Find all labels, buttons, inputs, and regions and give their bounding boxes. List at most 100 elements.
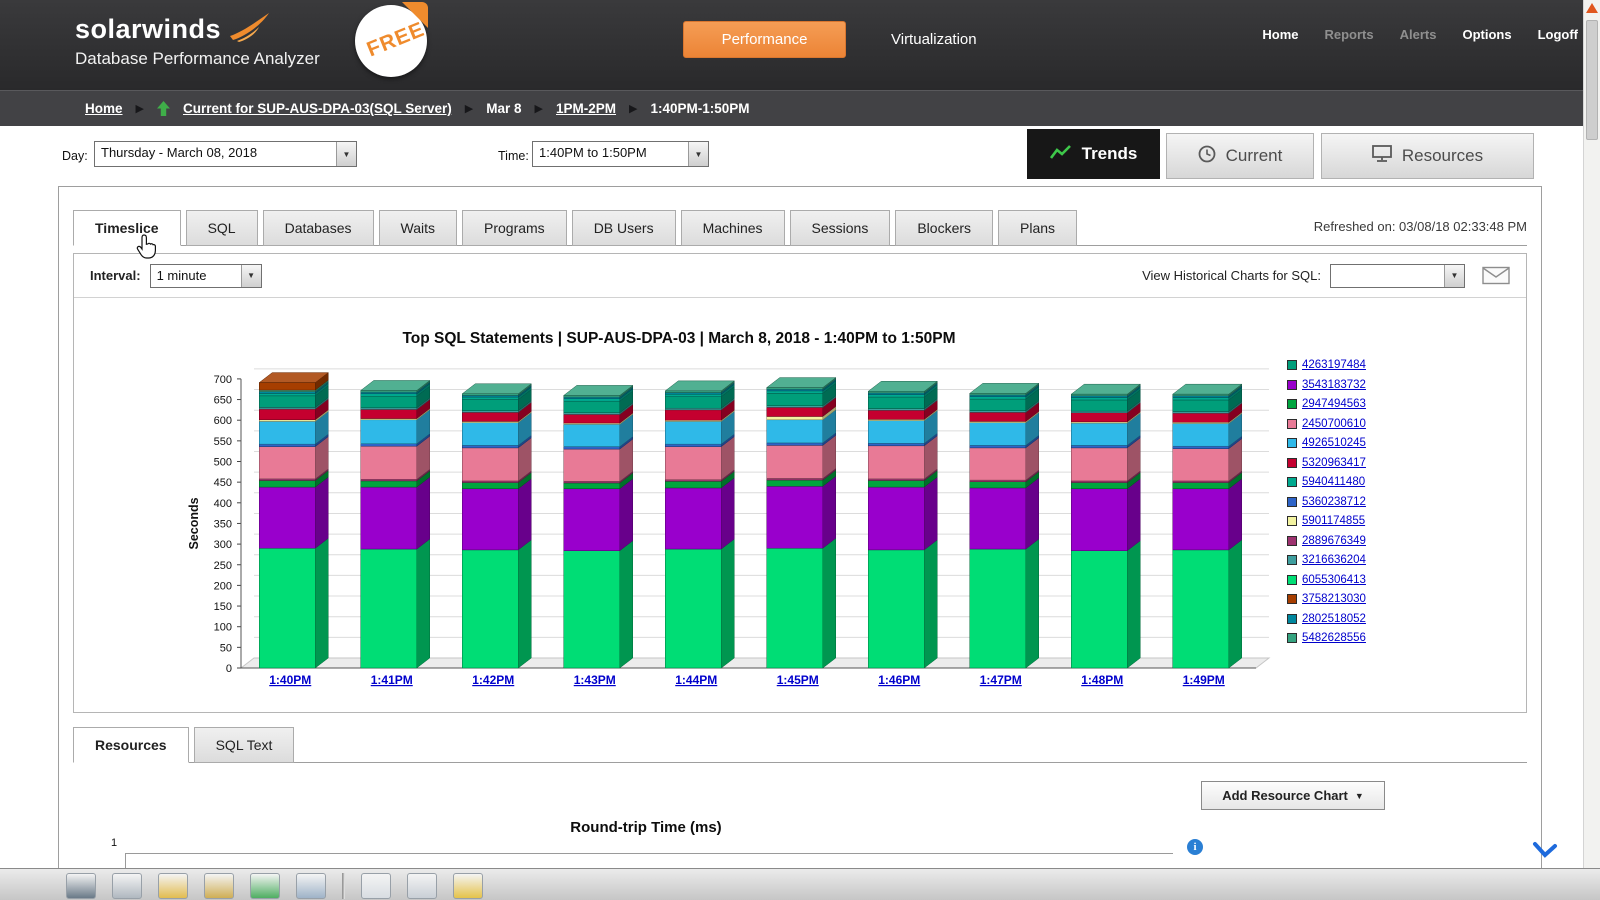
tab-sessions[interactable]: Sessions — [790, 210, 891, 246]
bar-segment[interactable] — [665, 549, 721, 668]
legend-item[interactable]: 4926510245 — [1287, 436, 1366, 451]
bar-segment[interactable] — [259, 444, 315, 446]
bar-segment[interactable] — [1173, 413, 1229, 422]
current-view-button[interactable]: Current — [1166, 133, 1314, 179]
bar-segment[interactable] — [259, 487, 315, 548]
bar-segment[interactable] — [1173, 483, 1229, 489]
tab-sql[interactable]: SQL — [186, 210, 258, 246]
bar-segment[interactable] — [767, 443, 823, 445]
tab-db-users[interactable]: DB Users — [572, 210, 676, 246]
bar-segment[interactable] — [1071, 423, 1127, 445]
bar-segment[interactable] — [665, 421, 721, 444]
x-axis-time-link[interactable]: 1:46PM — [878, 673, 920, 687]
bar-segment[interactable] — [462, 448, 518, 481]
taskbar-app-icon[interactable] — [158, 873, 188, 899]
bar-segment[interactable] — [1173, 400, 1229, 412]
bar-segment[interactable] — [462, 550, 518, 668]
legend-item[interactable]: 5360238712 — [1287, 495, 1366, 510]
bar-segment[interactable] — [665, 447, 721, 480]
bar-segment[interactable] — [564, 395, 620, 397]
bar-segment[interactable] — [970, 445, 1026, 447]
bar-segment[interactable] — [767, 420, 823, 443]
bar-segment[interactable] — [1071, 413, 1127, 422]
legend-sql-link[interactable]: 6055306413 — [1302, 574, 1366, 586]
bar-segment[interactable] — [767, 480, 823, 486]
bar-segment[interactable] — [1173, 394, 1229, 396]
bottom-tab-sql-text[interactable]: SQL Text — [194, 727, 295, 763]
bar-segment[interactable] — [868, 550, 924, 668]
x-axis-time-link[interactable]: 1:44PM — [675, 673, 717, 687]
breadcrumb-item[interactable]: Home — [85, 101, 123, 116]
tab-databases[interactable]: Databases — [263, 210, 374, 246]
interval-select[interactable]: 1 minute ▼ — [150, 264, 262, 288]
bar-segment[interactable] — [1071, 445, 1127, 447]
bar-segment[interactable] — [462, 489, 518, 550]
scroll-up-arrow-icon[interactable] — [1586, 3, 1598, 13]
legend-sql-link[interactable]: 3543183732 — [1302, 379, 1366, 391]
bar-segment[interactable] — [970, 423, 1026, 446]
bar-segment[interactable] — [462, 445, 518, 447]
bar-segment[interactable] — [1173, 424, 1229, 447]
bar-segment[interactable] — [462, 423, 518, 446]
x-axis-time-link[interactable]: 1:45PM — [777, 673, 819, 687]
email-icon[interactable] — [1482, 266, 1510, 285]
resources-view-button[interactable]: Resources — [1321, 133, 1534, 179]
bar-segment[interactable] — [361, 420, 417, 444]
taskbar-app-icon[interactable] — [66, 873, 96, 899]
bar-segment[interactable] — [970, 399, 1026, 411]
bar-segment[interactable] — [564, 483, 620, 489]
bar-segment[interactable] — [259, 383, 315, 390]
trends-view-button[interactable]: Trends — [1027, 129, 1160, 179]
bar-segment[interactable] — [462, 394, 518, 396]
x-axis-time-link[interactable]: 1:47PM — [980, 673, 1022, 687]
bar-segment[interactable] — [970, 393, 1026, 395]
bar-segment[interactable] — [970, 412, 1026, 421]
tab-plans[interactable]: Plans — [998, 210, 1077, 246]
bar-segment[interactable] — [259, 393, 315, 395]
info-icon[interactable]: i — [1187, 839, 1203, 855]
bar-segment[interactable] — [868, 480, 924, 487]
legend-item[interactable]: 3758213030 — [1287, 592, 1366, 607]
bar-segment[interactable] — [259, 447, 315, 479]
tab-programs[interactable]: Programs — [462, 210, 567, 246]
legend-item[interactable]: 2802518052 — [1287, 612, 1366, 627]
bar-segment[interactable] — [361, 396, 417, 408]
bar-segment[interactable] — [1173, 397, 1229, 399]
bar-segment[interactable] — [564, 489, 620, 551]
taskbar-app-icon[interactable] — [407, 873, 437, 899]
nav-home[interactable]: Home — [1262, 27, 1298, 42]
performance-button[interactable]: Performance — [683, 21, 846, 58]
bar-segment[interactable] — [462, 400, 518, 411]
bar-segment[interactable] — [970, 482, 1026, 488]
bar-segment[interactable] — [564, 399, 620, 401]
x-axis-time-link[interactable]: 1:48PM — [1081, 673, 1123, 687]
bar-segment[interactable] — [665, 481, 721, 488]
bar-segment[interactable] — [868, 395, 924, 397]
bar-segment[interactable] — [462, 412, 518, 421]
bar-segment[interactable] — [665, 394, 721, 396]
bar-segment[interactable] — [1071, 397, 1127, 399]
legend-sql-link[interactable]: 5482628556 — [1302, 632, 1366, 644]
legend-sql-link[interactable]: 3758213030 — [1302, 593, 1366, 605]
taskbar-app-icon[interactable] — [296, 873, 326, 899]
legend-sql-link[interactable]: 2947494563 — [1302, 398, 1366, 410]
x-axis-time-link[interactable]: 1:40PM — [269, 673, 311, 687]
bar-segment[interactable] — [767, 445, 823, 478]
bar-segment[interactable] — [665, 397, 721, 409]
bar-segment[interactable] — [361, 446, 417, 479]
bar-segment[interactable] — [767, 393, 823, 405]
bar-segment[interactable] — [564, 424, 620, 446]
bar-segment[interactable] — [868, 487, 924, 550]
tab-machines[interactable]: Machines — [681, 210, 785, 246]
add-resource-chart-button[interactable]: Add Resource Chart ▼ — [1201, 781, 1385, 810]
nav-options[interactable]: Options — [1462, 27, 1511, 42]
legend-sql-link[interactable]: 2889676349 — [1302, 535, 1366, 547]
legend-sql-link[interactable]: 5940411480 — [1302, 476, 1365, 488]
bar-segment[interactable] — [868, 443, 924, 445]
taskbar-app-icon[interactable] — [250, 873, 280, 899]
legend-sql-link[interactable]: 4926510245 — [1302, 437, 1366, 449]
legend-item[interactable]: 3543183732 — [1287, 378, 1366, 393]
bar-segment[interactable] — [361, 409, 417, 418]
bar-segment[interactable] — [767, 486, 823, 548]
legend-item[interactable]: 2947494563 — [1287, 397, 1366, 412]
